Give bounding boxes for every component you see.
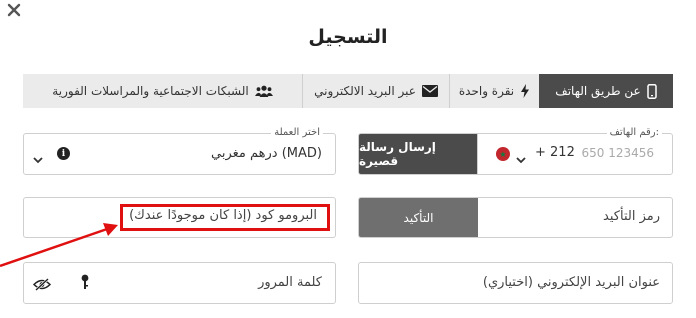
tab-one-click[interactable]: نقرة واحدة [449, 74, 539, 108]
chevron-down-icon[interactable] [33, 149, 43, 168]
promo-highlight-box [120, 204, 330, 231]
morocco-flag-icon[interactable]: ★ [496, 147, 510, 161]
dialog-title: التسجيل [308, 26, 388, 48]
lightning-bolt-icon [520, 84, 530, 98]
tab-social-networks[interactable]: الشبكات الاجتماعية والمراسلات الفورية [23, 74, 302, 108]
send-sms-button[interactable]: إرسال رسالة قصيرة [359, 134, 477, 174]
currency-value: درهم مغربي (MAD) [211, 146, 322, 161]
phone-label: رقم الهاتف: [606, 126, 662, 140]
phone-input[interactable]: 650 123456 [581, 146, 654, 160]
divider [477, 134, 478, 174]
tab-email[interactable]: عبر البريد الالكتروني [302, 74, 449, 108]
phone-field: رقم الهاتف: إرسال رسالة قصيرة ★ + 212 65… [358, 126, 673, 175]
country-code: + 212 [535, 145, 575, 160]
confirm-button[interactable]: التأكيد [359, 198, 478, 237]
tab-label: الشبكات الاجتماعية والمراسلات الفورية [52, 84, 249, 98]
eye-slash-icon[interactable] [32, 276, 52, 295]
close-icon [7, 3, 21, 17]
annotation-arrow [0, 223, 118, 268]
info-icon[interactable]: i [57, 147, 70, 160]
password-input[interactable]: كلمة المرور [258, 275, 322, 290]
email-input[interactable]: عنوان البريد الإلكتروني (اختياري) [483, 275, 660, 290]
currency-select[interactable]: اختر العملة i درهم مغربي (MAD) [23, 126, 336, 175]
tab-label: عن طريق الهاتف [555, 84, 641, 98]
tab-phone[interactable]: عن طريق الهاتف [539, 74, 673, 108]
envelope-icon [421, 85, 438, 97]
tab-label: نقرة واحدة [458, 84, 515, 98]
currency-label: اختر العملة [271, 126, 323, 140]
users-group-icon [254, 85, 273, 98]
confirmation-code-input[interactable]: رمز التأكيد [603, 209, 660, 224]
email-field[interactable]: عنوان البريد الإلكتروني (اختياري) [358, 262, 673, 304]
tab-label: عبر البريد الالكتروني [314, 84, 416, 98]
mobile-phone-icon [646, 83, 657, 99]
confirmation-code-field: التأكيد رمز التأكيد [358, 197, 673, 238]
chevron-down-icon[interactable] [516, 149, 526, 168]
close-button[interactable] [6, 2, 22, 18]
key-icon [81, 274, 89, 294]
registration-tabs: عن طريق الهاتف نقرة واحدة عبر البريد الا… [23, 74, 673, 108]
